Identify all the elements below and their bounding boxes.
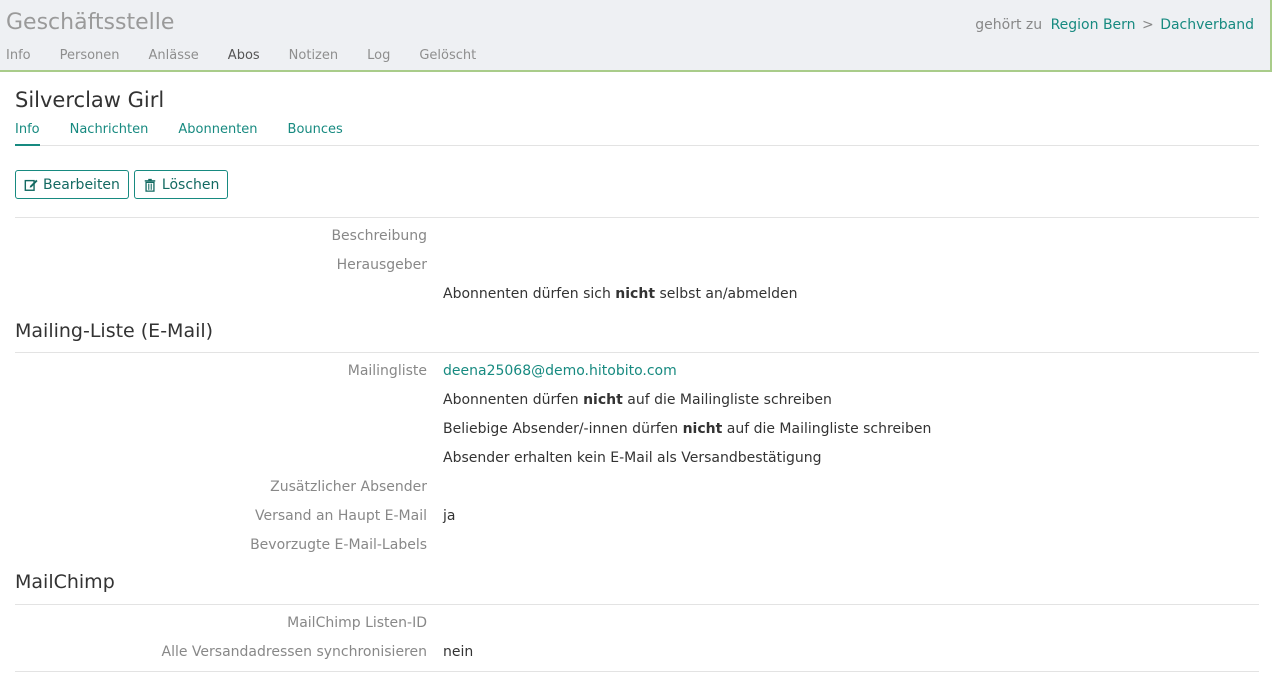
field-bevorzugte-labels: Bevorzugte E-Mail-Labels	[15, 537, 1259, 566]
text-emphasis: nicht	[682, 421, 723, 437]
subnav-tabs: Info Nachrichten Abonnenten Bounces	[15, 122, 1259, 146]
field-mailchimp-listen-id: MailChimp Listen-ID	[15, 615, 1259, 644]
group-header: Geschäftsstelle gehört zu Region Bern > …	[0, 0, 1272, 72]
field-value: deena25068@demo.hitobito.com	[443, 363, 677, 379]
tab-info[interactable]: Info	[15, 122, 40, 146]
field-subscribe-rule: Abonnenten dürfen sich nicht selbst an/a…	[15, 286, 1259, 315]
section-title-mailing: Mailing-Liste (E-Mail)	[15, 320, 214, 342]
field-beschreibung: Beschreibung	[15, 228, 1259, 257]
field-label: MailChimp Listen-ID	[287, 615, 427, 631]
field-label: Versand an Haupt E-Mail	[255, 508, 427, 524]
group-nav-personen[interactable]: Personen	[60, 48, 120, 63]
group-nav-abos[interactable]: Abos	[228, 48, 260, 63]
text-part: Beliebige Absender/-innen dürfen	[443, 421, 679, 437]
text-part: auf die Mailingliste schreiben	[726, 421, 932, 437]
tab-abonnenten[interactable]: Abonnenten	[178, 122, 257, 144]
field-mailing-rule-1: Abonnenten dürfen nicht auf die Mailingl…	[15, 392, 1259, 421]
action-toolbar: Bearbeiten Löschen	[15, 170, 229, 199]
belongs-to-label: gehört zu	[975, 17, 1043, 33]
field-value: ja	[443, 508, 456, 524]
text-part: Abonnenten dürfen sich	[443, 286, 611, 302]
field-label: Bevorzugte E-Mail-Labels	[250, 537, 427, 553]
field-mailingliste: Mailingliste deena25068@demo.hitobito.co…	[15, 363, 1259, 392]
breadcrumb-separator: >	[1142, 17, 1154, 33]
divider	[15, 217, 1259, 218]
tab-nachrichten[interactable]: Nachrichten	[70, 122, 149, 144]
delete-button[interactable]: Löschen	[133, 170, 229, 199]
tab-bounces[interactable]: Bounces	[288, 122, 343, 144]
field-label: Alle Versandadressen synchronisieren	[161, 644, 428, 660]
text-part: Abonnenten dürfen	[443, 392, 579, 408]
breadcrumb-dachverband[interactable]: Dachverband	[1160, 17, 1254, 33]
field-value: Beliebige Absender/-innen dürfen nicht a…	[443, 421, 931, 437]
divider	[15, 604, 1259, 605]
delete-button-label: Löschen	[161, 176, 220, 193]
edit-button-label: Bearbeiten	[43, 176, 120, 193]
group-nav: Info Personen Anlässe Abos Notizen Log G…	[6, 48, 505, 63]
field-label: Beschreibung	[331, 228, 427, 244]
text-emphasis: nicht	[583, 392, 623, 408]
group-nav-info[interactable]: Info	[6, 48, 31, 63]
page-title: Silverclaw Girl	[15, 88, 165, 112]
text-part: selbst an/abmelden	[659, 286, 798, 302]
breadcrumb: gehört zu Region Bern > Dachverband	[975, 17, 1254, 33]
section-title-mailchimp: MailChimp	[15, 571, 115, 593]
field-value: Absender erhalten kein E-Mail als Versan…	[443, 450, 822, 466]
field-value: Abonnenten dürfen sich nicht selbst an/a…	[443, 286, 798, 302]
field-label: Herausgeber	[336, 257, 427, 273]
mailing-email-link[interactable]: deena25068@demo.hitobito.com	[443, 363, 677, 379]
group-title: Geschäftsstelle	[6, 10, 175, 35]
edit-button[interactable]: Bearbeiten	[15, 170, 129, 199]
group-nav-anlaesse[interactable]: Anlässe	[149, 48, 199, 63]
text-part: auf die Mailingliste schreiben	[627, 392, 832, 408]
text-emphasis: nicht	[615, 286, 656, 302]
field-mailing-rule-2: Beliebige Absender/-innen dürfen nicht a…	[15, 421, 1259, 450]
field-value: nein	[443, 644, 474, 660]
field-label: Zusätzlicher Absender	[270, 479, 427, 495]
group-nav-log[interactable]: Log	[367, 48, 390, 63]
field-herausgeber: Herausgeber	[15, 257, 1259, 286]
divider	[15, 352, 1259, 353]
divider	[15, 671, 1259, 672]
group-nav-notizen[interactable]: Notizen	[289, 48, 338, 63]
field-mailing-rule-3: Absender erhalten kein E-Mail als Versan…	[15, 450, 1259, 479]
trash-icon	[144, 178, 156, 192]
group-nav-geloescht[interactable]: Gelöscht	[419, 48, 476, 63]
field-sync-all: Alle Versandadressen synchronisieren nei…	[15, 644, 1259, 673]
field-versand-haupt-email: Versand an Haupt E-Mail ja	[15, 508, 1259, 537]
field-label: Mailingliste	[347, 363, 427, 379]
field-zusaetzlicher-absender: Zusätzlicher Absender	[15, 479, 1259, 508]
edit-icon	[24, 179, 38, 191]
breadcrumb-region-bern[interactable]: Region Bern	[1051, 17, 1136, 33]
field-value: Abonnenten dürfen nicht auf die Mailingl…	[443, 392, 832, 408]
